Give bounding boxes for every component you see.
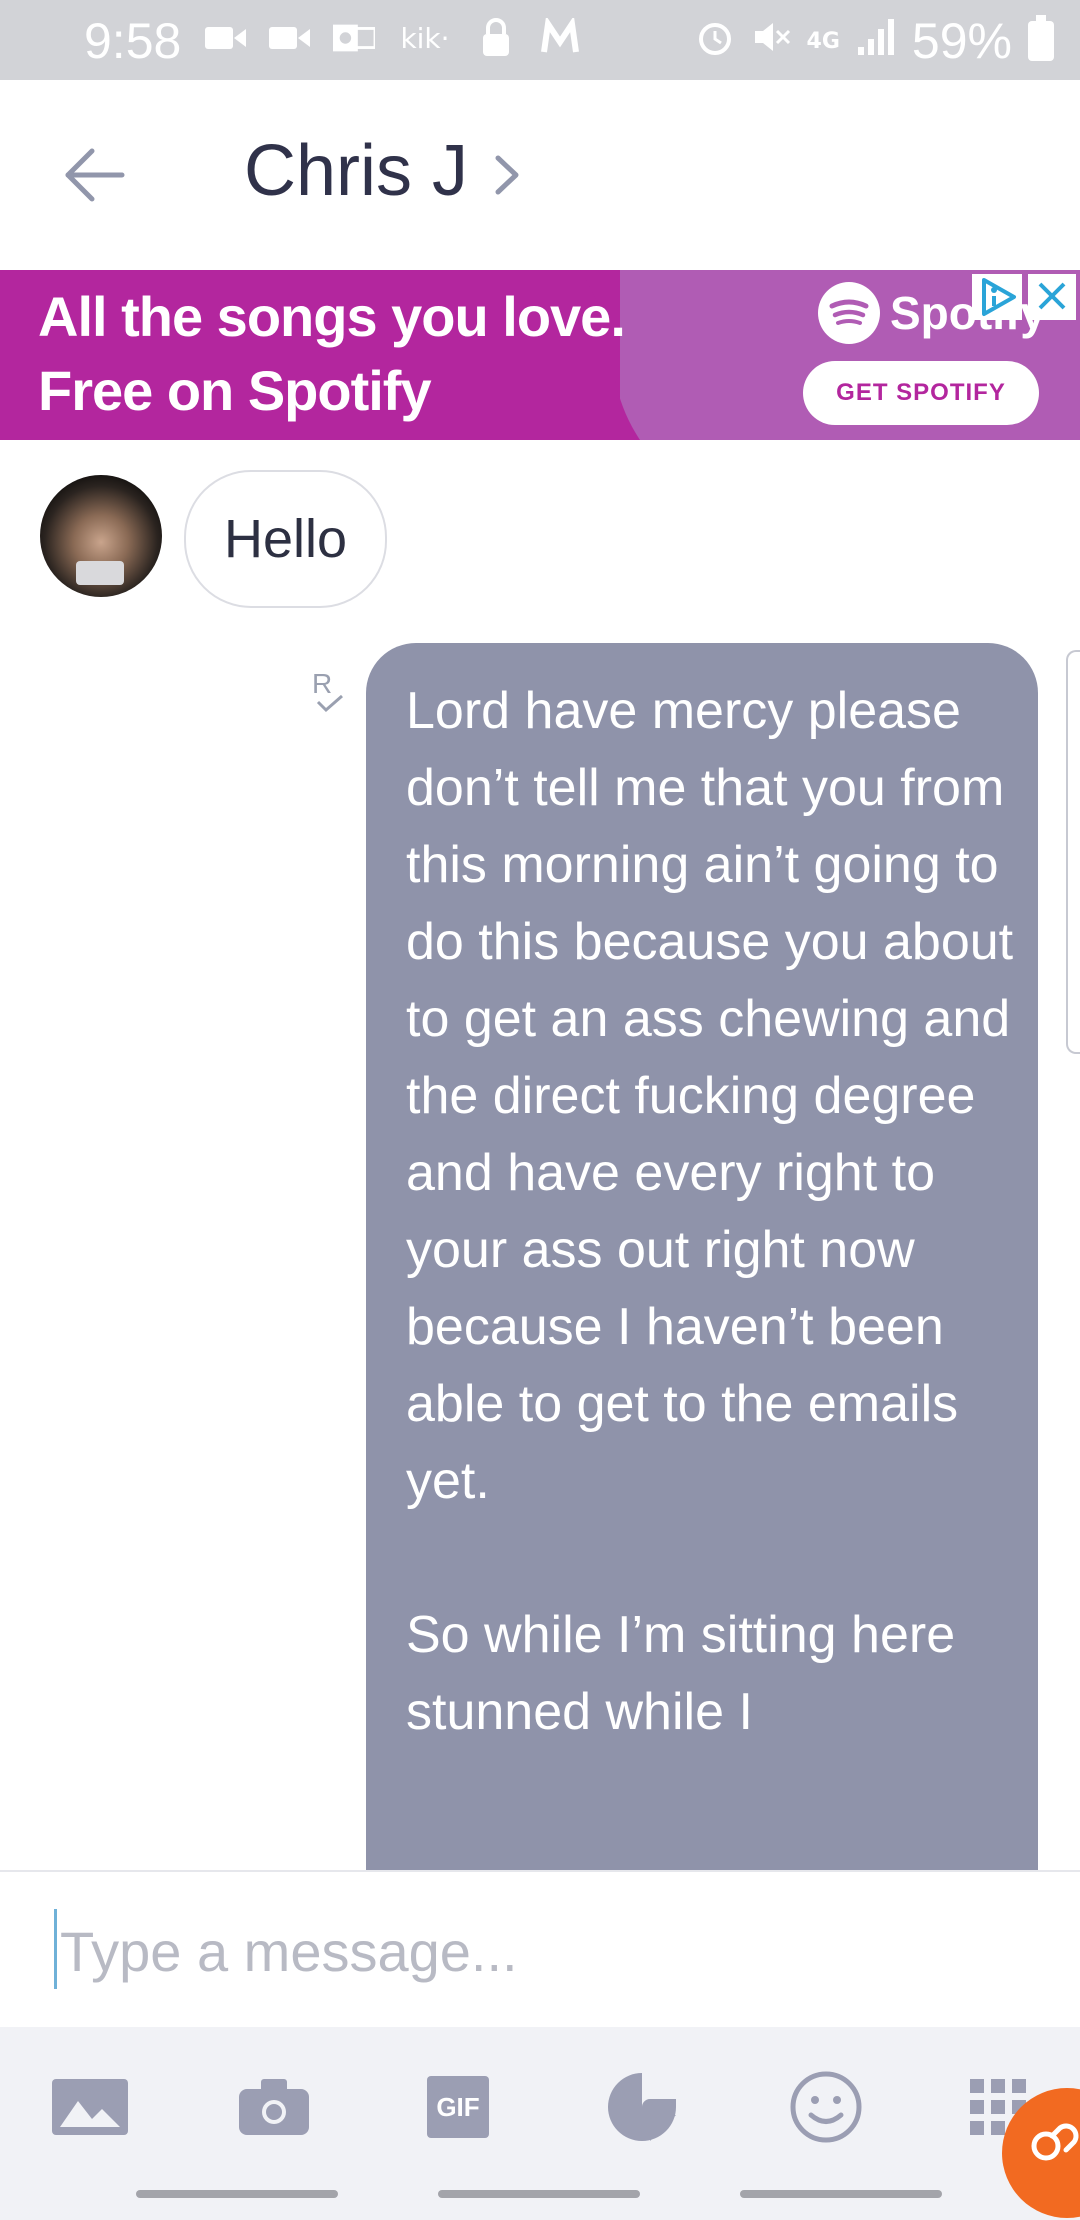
lock-icon: [475, 18, 517, 58]
ad-close-icon[interactable]: [1028, 274, 1076, 320]
chevron-right-icon[interactable]: [488, 150, 528, 200]
nav-gesture-home[interactable]: [438, 2190, 640, 2198]
back-button[interactable]: [60, 140, 130, 210]
message-list[interactable]: Hello R Lord have mercy please don’t tel…: [0, 440, 1080, 1870]
video-icon: [269, 18, 311, 58]
spotify-icon: [818, 282, 880, 344]
camera-button[interactable]: [234, 2067, 314, 2147]
status-time: 9:58: [84, 13, 182, 69]
ad-headline-line2: Free on Spotify: [38, 359, 432, 422]
gif-button[interactable]: GIF: [418, 2067, 498, 2147]
avatar[interactable]: [40, 475, 162, 597]
gallery-icon: [52, 2079, 128, 2135]
battery-percent: 59%: [911, 13, 1012, 69]
status-bar: 9:58 kik· 4G 59%: [0, 0, 1080, 80]
kik-icon: kik·: [400, 21, 450, 55]
avatar-detail: [76, 561, 124, 585]
system-icons: 4G 59%: [695, 12, 1054, 70]
4g-lte-icon: 4G: [806, 28, 840, 54]
scrollbar[interactable]: [1066, 650, 1080, 1054]
read-receipt-icon: R: [312, 668, 343, 713]
link-icon: [1031, 2123, 1079, 2161]
emoji-button[interactable]: [786, 2067, 866, 2147]
chat-header: Chris J: [0, 80, 1080, 270]
outgoing-message-bubble[interactable]: Lord have mercy please don’t tell me tha…: [366, 643, 1038, 1870]
gif-icon: GIF: [427, 2076, 489, 2138]
get-spotify-button[interactable]: GET SPOTIFY: [803, 361, 1039, 425]
mute-icon: [751, 14, 791, 68]
sticker-button[interactable]: [602, 2067, 682, 2147]
ad-headline-line1: All the songs you love.: [38, 285, 626, 348]
outgoing-message-text: Lord have mercy please don’t tell me tha…: [406, 682, 1014, 1741]
contact-name[interactable]: Chris J: [244, 130, 468, 212]
ad-banner[interactable]: All the songs you love. Free on Spotify …: [0, 270, 1080, 443]
sticker-icon: [608, 2073, 676, 2141]
composer-bar: [0, 1870, 1080, 2029]
maps-icon: [539, 18, 581, 58]
incoming-message-bubble[interactable]: Hello: [184, 470, 388, 608]
emoji-icon: [790, 2071, 862, 2143]
camera-icon: [239, 2079, 309, 2135]
text-caret: [54, 1909, 57, 1989]
alarm-icon: [695, 14, 735, 68]
back-arrow-icon: [65, 148, 125, 202]
message-input[interactable]: [54, 1902, 1022, 2000]
nav-gesture-left[interactable]: [136, 2190, 338, 2198]
notification-icons: kik·: [205, 18, 581, 58]
video-icon: [205, 18, 247, 58]
nav-gesture-right[interactable]: [740, 2190, 942, 2198]
signal-icon: [856, 14, 896, 68]
ad-headline: All the songs you love. Free on Spotify: [38, 280, 626, 428]
gallery-button[interactable]: [50, 2067, 130, 2147]
spotify-wordmark: Spotify: [890, 287, 1046, 339]
ad-choices-icon[interactable]: [972, 274, 1022, 320]
battery-icon: [1028, 15, 1054, 61]
outlook-icon: [333, 18, 375, 58]
